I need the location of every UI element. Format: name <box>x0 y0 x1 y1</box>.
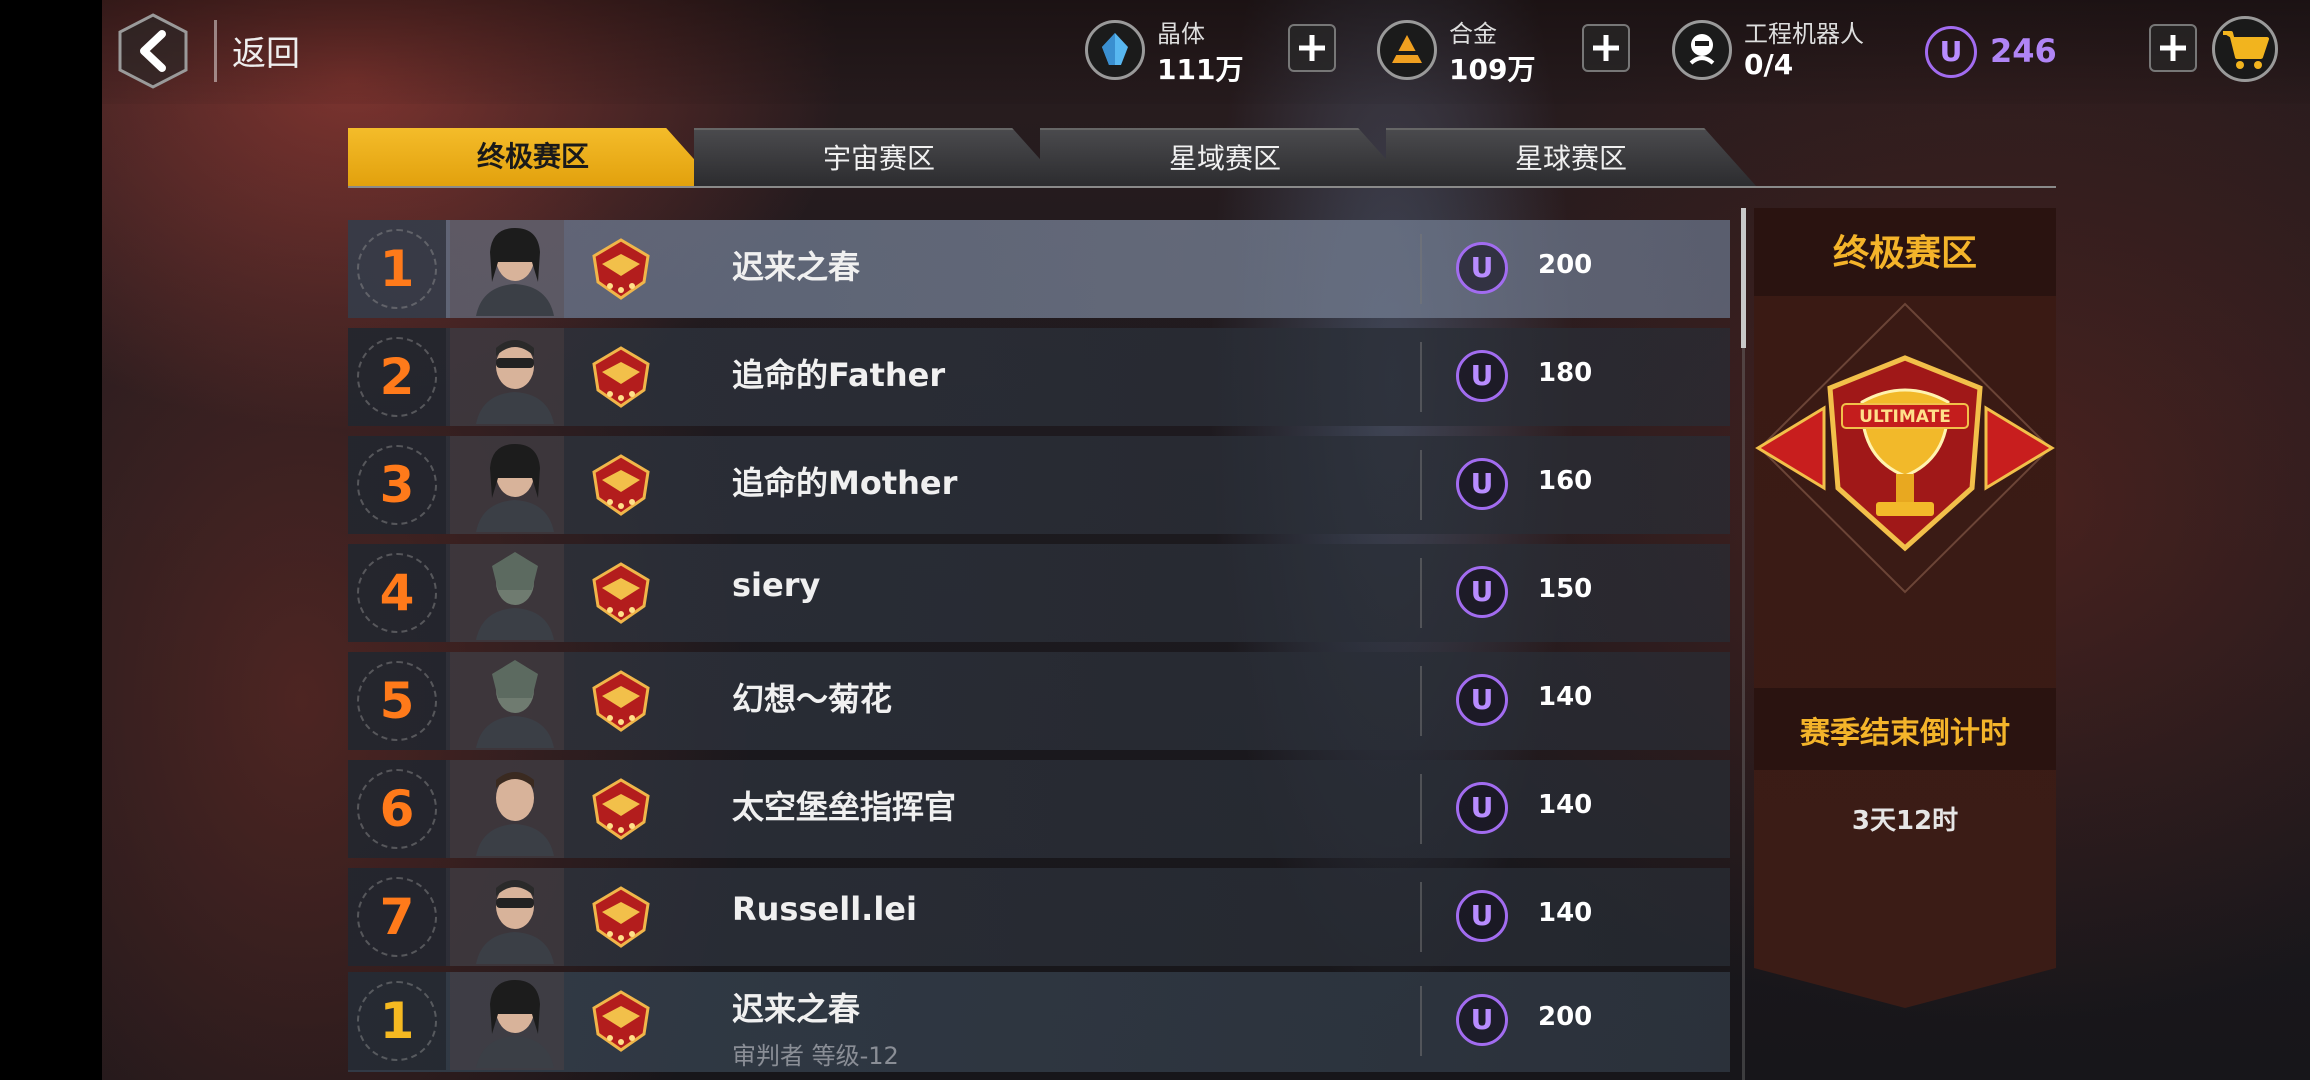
rank-badge-icon <box>588 668 654 734</box>
u-balance: 246 <box>1990 32 2057 70</box>
league-tabs: 终极赛区 宇宙赛区 星域赛区 星球赛区 <box>348 128 2058 188</box>
player-score: 140 <box>1538 790 1593 820</box>
back-button[interactable] <box>114 12 192 90</box>
commander-avatar[interactable] <box>472 762 558 856</box>
u-currency-icon: U <box>1456 890 1508 942</box>
player-name: 幻想～菊花 <box>732 680 893 718</box>
crystal-icon <box>1085 20 1145 80</box>
robot-resource: 工程机器人 0/4 <box>1672 14 1892 90</box>
player-name: 追命的Mother <box>732 464 958 502</box>
add-u-button[interactable] <box>2149 24 2197 72</box>
u-currency-icon: U <box>1456 782 1508 834</box>
u-currency-icon: U <box>1925 26 1977 78</box>
chevron-left-icon <box>118 13 188 89</box>
female-pilot-avatar[interactable] <box>472 974 558 1068</box>
rank-badge-icon <box>588 236 654 302</box>
u-currency-icon: U <box>1456 566 1508 618</box>
cart-icon <box>2223 31 2269 69</box>
leaderboard-row[interactable]: 6 太空堡垒指挥官 U 140 <box>348 760 1730 858</box>
rank-badge-icon <box>588 776 654 842</box>
ultimate-trophy-icon: ULTIMATE <box>1754 298 2056 598</box>
female-pilot-avatar[interactable] <box>472 222 558 316</box>
tabs-underline <box>348 186 2056 188</box>
u-currency-icon: U <box>1456 242 1508 294</box>
leaderboard-row[interactable]: 7 Russell.lei U 140 <box>348 868 1730 966</box>
shop-button[interactable] <box>2212 16 2278 82</box>
alloy-resource: 合金 109万 <box>1377 14 1535 90</box>
countdown-value: 3天12时 <box>1851 806 1959 836</box>
rank-number: 2 <box>379 348 415 406</box>
crystal-resource: 晶体 111万 <box>1085 14 1243 90</box>
add-alloy-button[interactable] <box>1582 24 1630 72</box>
player-score: 200 <box>1538 1002 1593 1032</box>
player-name: siery <box>732 566 821 604</box>
u-currency-icon: U <box>1456 994 1508 1046</box>
female-pilot-avatar[interactable] <box>472 438 558 532</box>
goggles-soldier-avatar[interactable] <box>472 330 558 424</box>
robot-icon <box>1672 20 1732 80</box>
rank-number: 1 <box>379 992 415 1050</box>
game-screen: 返回 晶体 111万 合金 109万 工程机器人 0/4 U 246 终极赛区 … <box>102 0 2310 1080</box>
rank-number: 6 <box>379 780 415 838</box>
divider <box>1420 774 1422 844</box>
rank-number: 5 <box>379 672 415 730</box>
trophy-text: ULTIMATE <box>1859 407 1951 427</box>
alloy-icon <box>1377 20 1437 80</box>
divider <box>1420 342 1422 412</box>
countdown-label: 赛季结束倒计时 <box>1800 716 2010 751</box>
rank-badge-icon <box>588 988 654 1054</box>
player-score: 160 <box>1538 466 1593 496</box>
player-score: 140 <box>1538 682 1593 712</box>
divider <box>1420 558 1422 628</box>
player-score: 140 <box>1538 898 1593 928</box>
player-score: 180 <box>1538 358 1593 388</box>
rank-badge-icon <box>588 344 654 410</box>
leaderboard-row[interactable]: 5 幻想～菊花 U 140 <box>348 652 1730 750</box>
divider <box>1420 986 1422 1056</box>
rank-number: 4 <box>379 564 415 622</box>
league-info-panel: 终极赛区 ULTIMATE 赛季结束倒计时 3天12时 <box>1754 208 2056 1008</box>
divider <box>1420 234 1422 304</box>
player-title-level: 审判者 等级-12 <box>732 1042 899 1070</box>
alien-warrior-avatar[interactable] <box>472 546 558 640</box>
scrollbar-thumb[interactable] <box>1741 208 1746 348</box>
player-name: 太空堡垒指挥官 <box>732 788 957 826</box>
rank-badge-icon <box>588 884 654 950</box>
rank-badge-icon <box>588 560 654 626</box>
tab-planet[interactable]: 星球赛区 <box>1386 128 1756 186</box>
top-bar: 返回 晶体 111万 合金 109万 工程机器人 0/4 U 246 <box>102 0 2310 104</box>
leaderboard-row[interactable]: 2 追命的Father U 180 <box>348 328 1730 426</box>
my-rank-row[interactable]: 1 迟来之春审判者 等级-12 U 200 <box>348 972 1730 1072</box>
rank-number: 1 <box>379 240 415 298</box>
leaderboard-row[interactable]: 4 siery U 150 <box>348 544 1730 642</box>
player-name: Russell.lei <box>732 890 917 928</box>
divider <box>214 20 217 82</box>
divider <box>1420 666 1422 736</box>
rank-badge-icon <box>588 452 654 518</box>
panel-title: 终极赛区 <box>1832 233 1977 274</box>
add-crystal-button[interactable] <box>1288 24 1336 72</box>
tab-universe[interactable]: 宇宙赛区 <box>694 128 1064 186</box>
leaderboard-row[interactable]: 3 追命的Mother U 160 <box>348 436 1730 534</box>
player-name: 追命的Father <box>732 356 946 394</box>
u-currency-icon: U <box>1456 350 1508 402</box>
goggles-soldier-avatar[interactable] <box>472 870 558 964</box>
tab-ultimate[interactable]: 终极赛区 <box>348 128 718 186</box>
leaderboard-row[interactable]: 1 迟来之春 U 200 <box>348 220 1730 318</box>
divider <box>1420 450 1422 520</box>
divider <box>1420 882 1422 952</box>
u-currency-icon: U <box>1456 458 1508 510</box>
rank-number: 3 <box>379 456 415 514</box>
player-name: 迟来之春 <box>732 990 861 1028</box>
u-currency-icon: U <box>1456 674 1508 726</box>
player-score: 200 <box>1538 250 1593 280</box>
back-label: 返回 <box>232 34 300 74</box>
tab-starfield[interactable]: 星域赛区 <box>1040 128 1410 186</box>
rank-number: 7 <box>379 888 415 946</box>
player-score: 150 <box>1538 574 1593 604</box>
alien-warrior-avatar[interactable] <box>472 654 558 748</box>
player-name: 迟来之春 <box>732 248 861 286</box>
